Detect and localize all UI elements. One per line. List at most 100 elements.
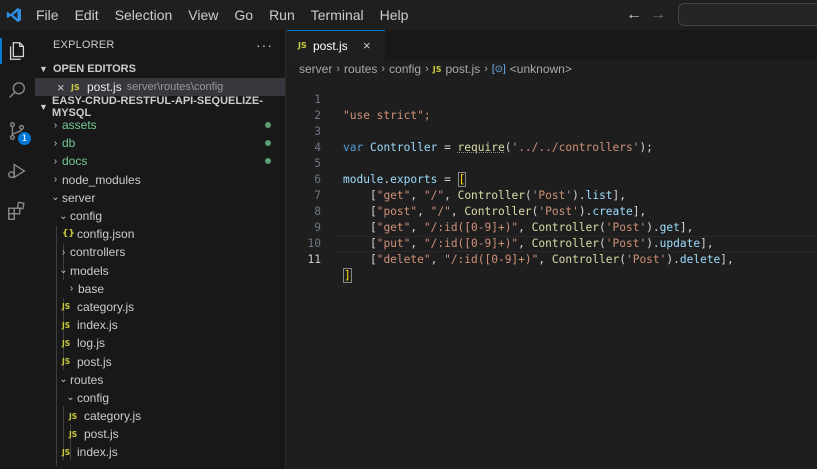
open-editors-label: OPEN EDITORS	[53, 63, 136, 75]
activity-bar: 1	[0, 30, 35, 469]
close-icon[interactable]: ×	[363, 38, 385, 53]
tree-item-label: routes	[70, 373, 103, 387]
chevron-right-icon: ›	[49, 120, 62, 131]
tree-folder-base[interactable]: › base	[35, 280, 285, 298]
tree-file-index-js[interactable]: JS index.js	[35, 316, 285, 334]
tree-file-routes-index-js[interactable]: JS index.js	[35, 443, 285, 461]
menu-run[interactable]: Run	[261, 0, 303, 30]
line-number: 11	[287, 252, 321, 268]
chevron-right-icon: ›	[49, 156, 62, 167]
symbol-variable-icon: [⊙]	[492, 64, 506, 75]
code-line: 3 var Controller = require('../../contro…	[287, 108, 817, 124]
chevron-down-icon: ⌄	[57, 374, 70, 385]
chevron-right-icon: ›	[57, 247, 70, 258]
tab-label: post.js	[313, 39, 363, 53]
tree-folder-routes-config[interactable]: ⌄ config	[35, 389, 285, 407]
menu-help[interactable]: Help	[372, 0, 417, 30]
chevron-down-icon: ⌄	[57, 265, 70, 276]
search-icon[interactable]	[4, 78, 30, 104]
tree-file-log-js[interactable]: JS log.js	[35, 334, 285, 352]
extensions-icon[interactable]	[4, 198, 30, 224]
tree-folder-node-modules[interactable]: › node_modules	[35, 171, 285, 189]
git-status-dot	[265, 140, 271, 146]
code-editor[interactable]: 1 "use strict"; 2 3 var Controller = req…	[287, 76, 817, 252]
editor-area: JS post.js × server › routes › config › …	[287, 30, 817, 469]
tree-file-config-json[interactable]: {} config.json	[35, 225, 285, 243]
tree-folder-assets[interactable]: › assets	[35, 116, 285, 134]
explorer-header: EXPLORER ···	[35, 30, 285, 60]
js-file-icon: JS	[298, 41, 313, 50]
chevron-right-icon: ›	[65, 283, 78, 294]
breadcrumb-item[interactable]: post.js	[446, 62, 481, 76]
more-actions-icon[interactable]: ···	[256, 37, 273, 53]
js-file-icon: JS	[62, 339, 77, 348]
source-control-icon[interactable]: 1	[4, 118, 30, 144]
tree-folder-models[interactable]: ⌄ models	[35, 262, 285, 280]
code-line: 7 ["post", "/", Controller('Post').creat…	[287, 172, 817, 188]
breadcrumb-item[interactable]: config	[389, 62, 421, 76]
menu-go[interactable]: Go	[226, 0, 261, 30]
tree-item-label: post.js	[77, 355, 112, 369]
tab-post-js[interactable]: JS post.js ×	[287, 30, 385, 60]
tree-folder-config[interactable]: ⌄ config	[35, 207, 285, 225]
tree-file-routes-category-js[interactable]: JS category.js	[35, 407, 285, 425]
git-status-dot	[265, 158, 271, 164]
menu-edit[interactable]: Edit	[67, 0, 107, 30]
code-line: 9 ["put", "/:id([0-9]+)", Controller('Po…	[287, 204, 817, 220]
code-line: 1 "use strict";	[287, 76, 817, 92]
tree-item-label: server	[62, 191, 95, 205]
forward-arrow-icon[interactable]: →	[650, 6, 666, 24]
tree-item-label: docs	[62, 154, 87, 168]
js-file-icon: JS	[62, 302, 77, 311]
breadcrumb-item[interactable]: server	[299, 62, 332, 76]
code-token: delete	[680, 253, 720, 266]
tree-file-category-js[interactable]: JS category.js	[35, 298, 285, 316]
file-tree: › assets › db › docs › node_modules ⌄ se…	[35, 116, 285, 462]
project-section[interactable]: ▼ EASY-CRUD-RESTFUL-API-SEQUELIZE-MYSQL	[35, 98, 285, 116]
tree-item-label: models	[70, 264, 109, 278]
menu-file[interactable]: File	[28, 0, 67, 30]
tree-item-label: config	[77, 391, 109, 405]
json-file-icon: {}	[62, 229, 77, 239]
chevron-right-icon: ›	[336, 63, 340, 75]
tree-item-label: db	[62, 136, 75, 150]
code-line: 6 ["get", "/", Controller('Post').list],	[287, 156, 817, 172]
tree-folder-routes[interactable]: ⌄ routes	[35, 371, 285, 389]
menu-view[interactable]: View	[180, 0, 226, 30]
js-file-icon: JS	[69, 412, 84, 421]
back-arrow-icon[interactable]: ←	[626, 6, 642, 24]
editor-tabs: JS post.js ×	[287, 30, 817, 60]
js-file-icon: JS	[69, 430, 84, 439]
run-debug-icon[interactable]	[4, 158, 30, 184]
tree-file-post-js[interactable]: JS post.js	[35, 352, 285, 370]
tree-folder-docs[interactable]: › docs	[35, 152, 285, 170]
navigation-arrows: ← →	[626, 0, 666, 30]
chevron-down-icon: ⌄	[57, 211, 70, 222]
chevron-down-icon: ▼	[39, 102, 52, 112]
command-center-search[interactable]	[678, 3, 817, 26]
menu-selection[interactable]: Selection	[107, 0, 181, 30]
code-token: Controller	[552, 253, 619, 266]
chevron-right-icon: ›	[49, 138, 62, 149]
source-control-badge: 1	[18, 132, 31, 145]
open-editors-section[interactable]: ▼ OPEN EDITORS	[35, 60, 285, 78]
tree-item-label: base	[78, 282, 104, 296]
code-token: ]	[343, 268, 352, 283]
explorer-files-icon[interactable]	[4, 38, 30, 64]
breadcrumb-item[interactable]: routes	[344, 62, 377, 76]
tree-file-routes-post-js[interactable]: JS post.js	[35, 425, 285, 443]
js-file-icon: JS	[62, 448, 77, 457]
chevron-down-icon: ⌄	[64, 392, 77, 403]
open-editor-path: server\routes\config	[127, 81, 224, 93]
close-icon[interactable]: ×	[57, 80, 71, 95]
explorer-title: EXPLORER	[53, 39, 115, 51]
tree-folder-controllers[interactable]: › controllers	[35, 243, 285, 261]
open-editor-item[interactable]: × JS post.js server\routes\config	[35, 78, 285, 96]
tree-folder-db[interactable]: › db	[35, 134, 285, 152]
chevron-right-icon: ›	[49, 174, 62, 185]
js-file-icon: JS	[62, 321, 77, 330]
tree-folder-server[interactable]: ⌄ server	[35, 189, 285, 207]
menu-terminal[interactable]: Terminal	[303, 0, 372, 30]
breadcrumb-item[interactable]: <unknown>	[510, 62, 572, 76]
tree-item-label: post.js	[84, 427, 119, 441]
